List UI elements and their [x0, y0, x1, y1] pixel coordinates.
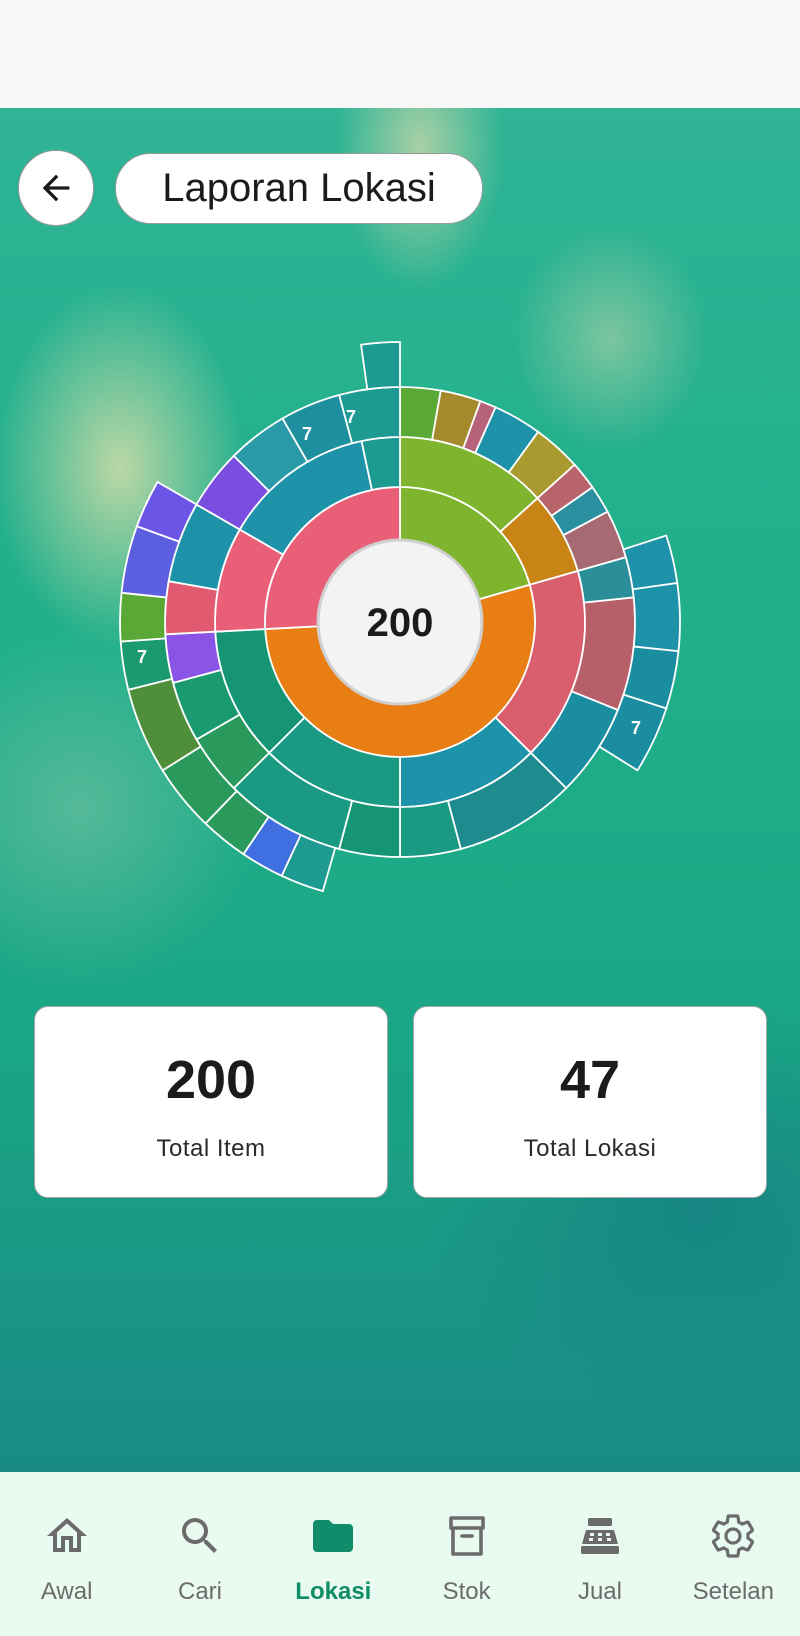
- search-icon: [181, 1518, 217, 1553]
- nav-item-jual[interactable]: Jual: [533, 1472, 666, 1636]
- cash-register-icon: [580, 1518, 619, 1554]
- nav-item-stok[interactable]: Stok: [400, 1472, 533, 1636]
- arrow-left-icon: [42, 174, 70, 202]
- folder-icon: [313, 1520, 354, 1552]
- total-location-card: 47 Total Lokasi: [413, 1006, 767, 1198]
- nav-label: Stok: [442, 1578, 491, 1605]
- nav-item-setelan[interactable]: Setelan: [667, 1472, 800, 1636]
- nav-label: Lokasi: [295, 1578, 372, 1605]
- sunburst-segment[interactable]: [119, 591, 168, 643]
- nav-item-awal[interactable]: Awal: [0, 1472, 133, 1636]
- nav-item-lokasi[interactable]: Lokasi: [267, 1472, 400, 1636]
- archive-icon: [448, 1516, 485, 1556]
- back-button[interactable]: [18, 150, 94, 226]
- nav-label: Awal: [40, 1578, 93, 1605]
- nav-label: Cari: [177, 1578, 222, 1605]
- sunburst-segment[interactable]: [631, 582, 681, 653]
- home-icon: [46, 1518, 87, 1552]
- gear-icon: [712, 1514, 755, 1558]
- total-location-label: Total Lokasi: [523, 1135, 657, 1162]
- page-title: Laporan Lokasi: [115, 153, 483, 224]
- total-item-card: 200 Total Item: [34, 1006, 388, 1198]
- nav-label: Setelan: [692, 1578, 774, 1605]
- total-item-value: 200: [165, 1050, 257, 1110]
- total-item-label: Total Item: [156, 1135, 266, 1162]
- nav-label: Jual: [577, 1578, 622, 1605]
- sunburst-segment[interactable]: [360, 341, 401, 391]
- bottom-navigation: Awal Cari Lokasi Stok Jual Setelan: [0, 1472, 800, 1636]
- total-location-value: 47: [559, 1050, 621, 1110]
- status-bar: [0, 0, 800, 108]
- nav-item-cari[interactable]: Cari: [133, 1472, 266, 1636]
